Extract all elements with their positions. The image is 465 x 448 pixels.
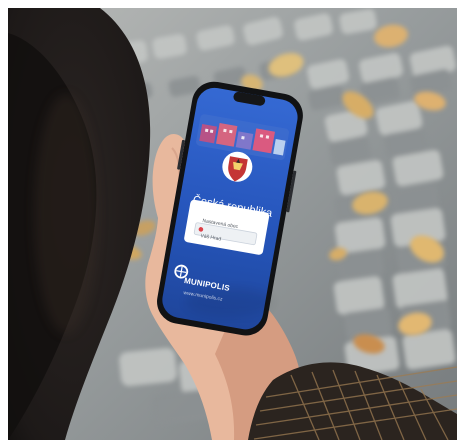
phone-in-hand-photo: Česká republika Nastavená obec Váš Hrad … <box>8 8 457 440</box>
photo-artwork <box>8 8 457 440</box>
